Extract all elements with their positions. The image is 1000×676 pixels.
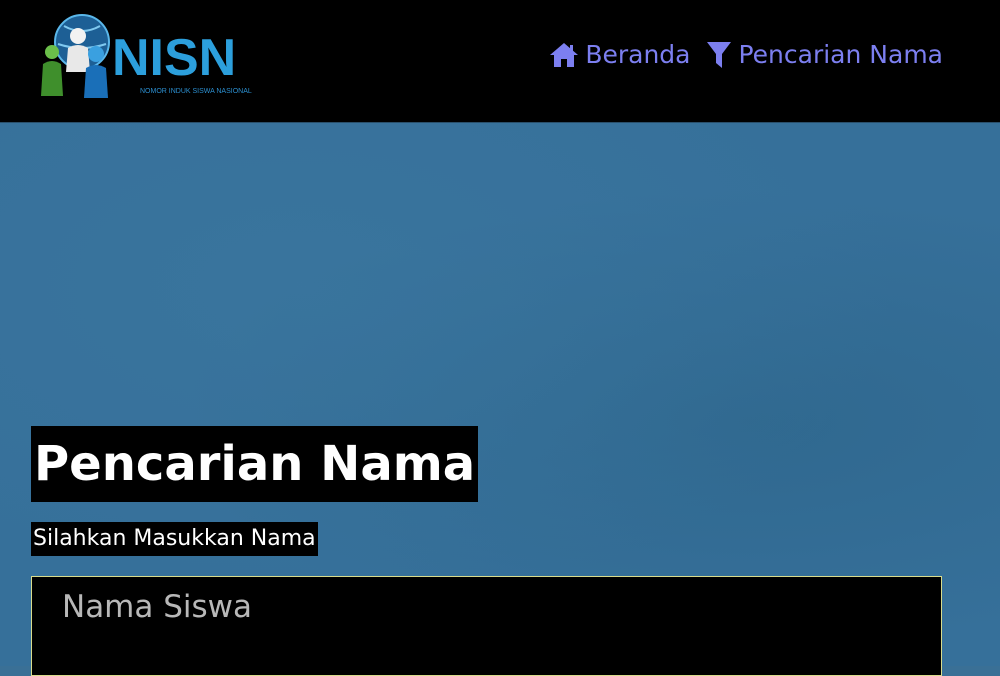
- search-field-container: [31, 559, 942, 676]
- nav-item-label: Pencarian Nama: [738, 40, 943, 69]
- filter-icon: [707, 41, 732, 68]
- nav-item-pencarian-nama[interactable]: Pencarian Nama: [706, 40, 943, 69]
- brand-logo-link[interactable]: NISN NOMOR INDUK SISWA NASIONAL: [34, 12, 252, 100]
- brand-name: NISN: [112, 29, 237, 87]
- home-icon: [550, 42, 579, 67]
- top-navbar: NISN NOMOR INDUK SISWA NASIONAL Beranda …: [0, 0, 1000, 123]
- nav-item-beranda[interactable]: Beranda: [549, 40, 690, 69]
- page-subtitle: Silahkan Masukkan Nama: [31, 522, 318, 556]
- student-name-input[interactable]: [32, 559, 941, 655]
- people-globe-logo-icon: [41, 14, 110, 98]
- main-nav: Beranda Pencarian Nama: [549, 40, 943, 69]
- page-title: Pencarian Nama: [31, 426, 479, 502]
- brand-tagline: NOMOR INDUK SISWA NASIONAL: [140, 88, 252, 95]
- nav-item-label: Beranda: [585, 40, 691, 69]
